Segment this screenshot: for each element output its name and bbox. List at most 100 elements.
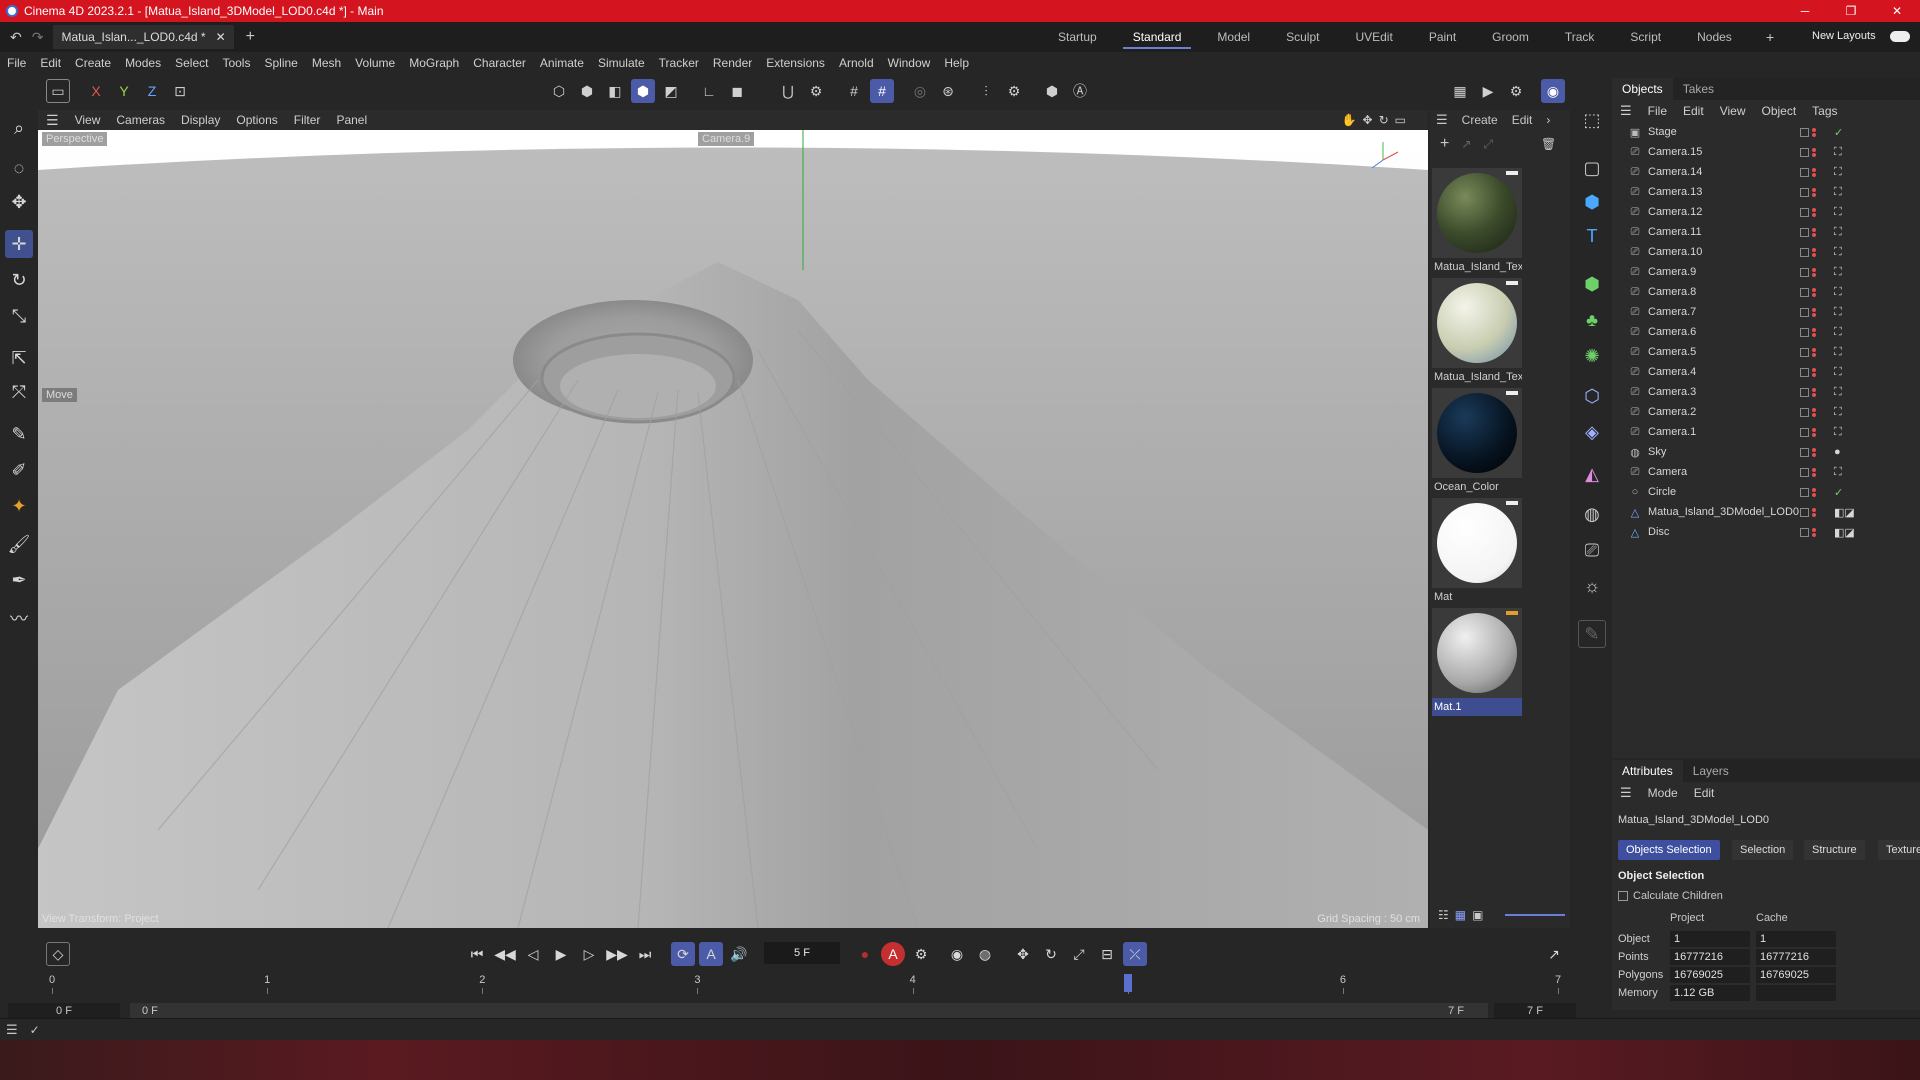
tag-icon[interactable]: ● [1834,446,1841,458]
key-pla-icon[interactable]: ⤢ [1067,942,1091,966]
layer-checkbox[interactable] [1800,467,1809,477]
layout-tab-paint[interactable]: Paint [1411,22,1474,52]
keyframe-settings-icon[interactable]: ⚙ [909,942,933,966]
layout-tab-model[interactable]: Model [1199,22,1268,52]
next-frame-icon[interactable]: ▷ [577,942,601,966]
visibility-controls[interactable] [1800,207,1816,217]
maximize-button[interactable]: ❐ [1828,0,1874,22]
status-hamburger-icon[interactable]: ☰ [6,1022,18,1038]
visibility-dots-icon[interactable] [1812,147,1816,157]
viewport-menu-cameras[interactable]: Cameras [108,113,173,127]
material-menu-edit[interactable]: Edit [1512,113,1533,127]
menu-animate[interactable]: Animate [533,56,591,70]
transform-tool-icon[interactable]: ⤧ [5,378,33,406]
transfer-tool-icon[interactable]: ⇱ [5,344,33,372]
object-row[interactable]: ⎚ Camera.12 ⛶ [1612,202,1920,222]
viewport-menu-view[interactable]: View [67,113,109,127]
tag-icon[interactable]: ◧◪ [1834,526,1855,539]
visibility-controls[interactable] [1800,427,1816,437]
visibility-dots-icon[interactable] [1812,167,1816,177]
visibility-controls[interactable] [1800,467,1816,477]
render-region-icon[interactable]: ▦ [1448,79,1472,103]
key-param-icon[interactable]: ↻ [1039,942,1063,966]
visibility-dots-icon[interactable] [1812,307,1816,317]
add-layout-icon[interactable]: + [1766,29,1774,45]
objects-menu-view[interactable]: View [1712,104,1754,118]
object-row[interactable]: ⎚ Camera ⛶ [1612,462,1920,482]
prev-frame-icon[interactable]: ◁ [521,942,545,966]
attributes-tab-layers[interactable]: Layers [1683,760,1739,782]
new-layouts-label[interactable]: New Layouts [1812,30,1876,42]
visibility-dots-icon[interactable] [1812,327,1816,337]
viewport-hamburger-icon[interactable]: ☰ [38,112,67,129]
visibility-dots-icon[interactable] [1812,487,1816,497]
tag-icon[interactable]: ⛶ [1834,346,1842,359]
visibility-dots-icon[interactable] [1812,367,1816,377]
link-material-icon[interactable]: ⤢ [1483,137,1493,152]
3d-viewport[interactable]: Perspective Camera.9 Move [38,130,1428,928]
viewport-nav-icons[interactable]: ✋✥↻▭ [1334,113,1420,127]
menu-file[interactable]: File [0,56,33,70]
render-to-viewer-icon[interactable]: ▶ [1476,79,1500,103]
object-row[interactable]: ⎚ Camera.3 ⛶ [1612,382,1920,402]
cube-outline-icon[interactable]: ▢ [1578,154,1606,182]
play-icon[interactable]: ▶ [549,942,573,966]
layout-tab-nodes[interactable]: Nodes [1679,22,1750,52]
visibility-dots-icon[interactable] [1812,527,1816,537]
delete-material-icon[interactable]: 🗑 [1541,137,1556,151]
attributes-subtab-3[interactable]: Textures [1878,840,1920,860]
go-to-start-icon[interactable]: ⏮ [465,942,489,966]
object-row[interactable]: ◍ Sky ● [1612,442,1920,462]
volume-icon[interactable]: ◭ [1578,460,1606,488]
keyframe-icon[interactable]: ◇ [46,942,70,966]
object-row[interactable]: ⎚ Camera.5 ⛶ [1612,342,1920,362]
magnet-icon[interactable]: ⋃ [776,79,800,103]
workplane-icon[interactable]: ◎ [908,79,932,103]
polygons-mode-icon[interactable]: ◧ [603,79,627,103]
layer-checkbox[interactable] [1800,267,1809,277]
layout-tab-startup[interactable]: Startup [1040,22,1115,52]
layer-checkbox[interactable] [1800,407,1809,417]
visibility-dots-icon[interactable] [1812,287,1816,297]
calculate-children-checkbox[interactable] [1618,891,1628,901]
layer-checkbox[interactable] [1800,347,1809,357]
render-view-icon[interactable]: ▭ [46,79,70,103]
visibility-controls[interactable] [1800,187,1816,197]
visibility-controls[interactable] [1800,287,1816,297]
layout-tab-uvedit[interactable]: UVEdit [1337,22,1410,52]
viewport-menu-panel[interactable]: Panel [328,113,375,127]
objects-menu-tags[interactable]: Tags [1804,104,1845,118]
rotate-tool-icon[interactable]: ↻ [5,266,33,294]
object-row[interactable]: ⎚ Camera.8 ⛶ [1612,282,1920,302]
key-rotation-icon[interactable]: ◍ [973,942,997,966]
close-button[interactable]: ✕ [1874,0,1920,22]
material-3[interactable]: Ocean_Color [1432,388,1522,496]
viewport-menu-options[interactable]: Options [228,113,285,127]
object-row[interactable]: ○ Circle ✓ [1612,482,1920,502]
objects-menu-object[interactable]: Object [1753,104,1804,118]
mograph-icon[interactable]: ♣ [1578,306,1606,334]
layer-checkbox[interactable] [1800,167,1809,177]
object-row[interactable]: ⎚ Camera.10 ⛶ [1612,242,1920,262]
viewport-solo-icon[interactable]: ⬢ [1040,79,1064,103]
viewport-menu-display[interactable]: Display [173,113,228,127]
key-scale-icon[interactable]: ✥ [1011,942,1035,966]
objects-tab-takes[interactable]: Takes [1673,78,1724,100]
object-row[interactable]: ⎚ Camera.15 ⛶ [1612,142,1920,162]
undo-icon[interactable]: ↶ [10,29,22,46]
visibility-controls[interactable] [1800,327,1816,337]
sound-icon[interactable]: 🔊 [727,942,751,966]
menu-spline[interactable]: Spline [257,56,304,70]
layer-checkbox[interactable] [1800,307,1809,317]
layer-checkbox[interactable] [1800,127,1809,137]
menu-volume[interactable]: Volume [348,56,402,70]
visibility-dots-icon[interactable] [1812,187,1816,197]
visibility-controls[interactable] [1800,227,1816,237]
layout-tab-groom[interactable]: Groom [1474,22,1547,52]
menu-extensions[interactable]: Extensions [759,56,832,70]
tag-icon[interactable]: ⛶ [1834,466,1842,479]
visibility-controls[interactable] [1800,487,1816,497]
loop-icon[interactable]: ⟳ [671,942,695,966]
menu-render[interactable]: Render [706,56,759,70]
minimize-button[interactable]: ─ [1782,0,1828,22]
